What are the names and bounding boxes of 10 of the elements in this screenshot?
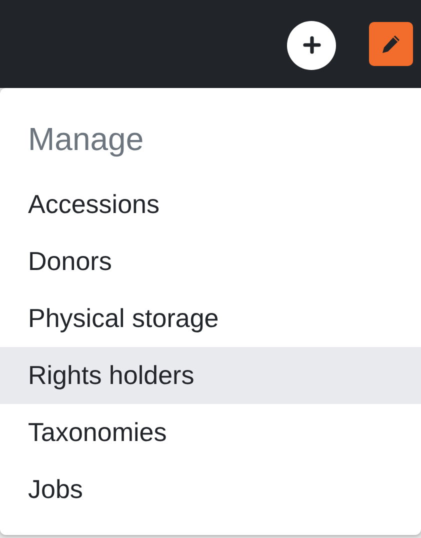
add-button[interactable]	[287, 20, 336, 70]
menu-item[interactable]: Accessions	[0, 176, 421, 233]
menu-item[interactable]: Donors	[0, 233, 421, 290]
edit-button[interactable]	[369, 22, 413, 66]
menu-item[interactable]: Rights holders	[0, 347, 421, 404]
menu-item[interactable]: Taxonomies	[0, 404, 421, 461]
menu-item[interactable]: Physical storage	[0, 290, 421, 347]
menu-item[interactable]: Jobs	[0, 461, 421, 518]
menu-heading: Manage	[27, 120, 145, 159]
plus-icon	[302, 35, 322, 55]
